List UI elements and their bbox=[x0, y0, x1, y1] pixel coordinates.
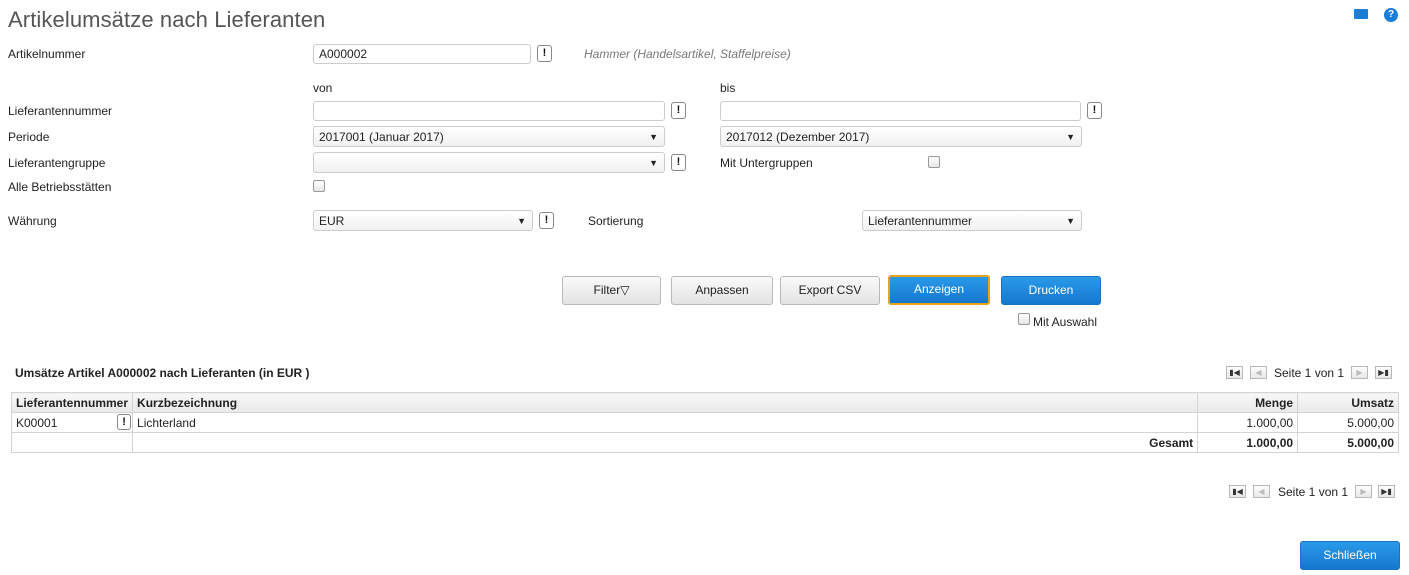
first-page-icon[interactable]: ▮◀ bbox=[1226, 366, 1243, 379]
filter-button[interactable]: Filter▽ bbox=[562, 276, 661, 305]
waehrung-select[interactable]: EUR ▼ bbox=[313, 210, 533, 231]
row-lookup-button[interactable]: ! bbox=[117, 414, 132, 430]
artikelnummer-input[interactable]: A000002 bbox=[313, 44, 531, 64]
row-kurzbezeichnung: Lichterland bbox=[132, 412, 1199, 433]
chevron-down-icon: ▼ bbox=[649, 158, 658, 168]
schliessen-button[interactable]: Schließen bbox=[1300, 541, 1400, 570]
bis-label: bis bbox=[720, 81, 736, 95]
column-header-lieferantennummer[interactable]: Lieferantennummer bbox=[10, 392, 134, 413]
total-empty-cell bbox=[10, 432, 134, 453]
mit-untergruppen-checkbox[interactable] bbox=[928, 156, 940, 168]
waehrung-lookup-button[interactable]: ! bbox=[539, 212, 554, 229]
column-header-umsatz[interactable]: Umsatz bbox=[1297, 392, 1399, 413]
sortierung-value: Lieferantennummer bbox=[868, 214, 973, 228]
sortierung-label: Sortierung bbox=[588, 214, 644, 228]
column-header-menge[interactable]: Menge bbox=[1197, 392, 1299, 413]
periode-bis-select[interactable]: 2017012 (Dezember 2017) ▼ bbox=[720, 126, 1082, 147]
drucken-button[interactable]: Drucken bbox=[1001, 276, 1101, 305]
pager-text-bottom: Seite 1 von 1 bbox=[1278, 485, 1349, 499]
page-title: Artikelumsätze nach Lieferanten bbox=[8, 7, 326, 32]
chevron-down-icon: ▼ bbox=[517, 216, 526, 226]
cell-lieferantennummer: K00001 ! bbox=[10, 412, 134, 433]
table-total-row: Gesamt 1.000,00 5.000,00 bbox=[10, 432, 1399, 453]
table-header-row: Lieferantennummer Kurzbezeichnung Menge … bbox=[10, 392, 1399, 413]
total-label: Gesamt bbox=[132, 432, 1199, 453]
mit-untergruppen-label: Mit Untergruppen bbox=[720, 156, 813, 170]
lieferantennummer-von-lookup-button[interactable]: ! bbox=[671, 102, 686, 119]
prev-page-icon[interactable]: ◀ bbox=[1253, 485, 1270, 498]
help-icon[interactable]: ? bbox=[1384, 8, 1398, 22]
chevron-down-icon: ▼ bbox=[649, 132, 658, 142]
lieferantennummer-bis-lookup-button[interactable]: ! bbox=[1087, 102, 1102, 119]
anpassen-button[interactable]: Anpassen bbox=[671, 276, 773, 305]
mail-icon[interactable] bbox=[1354, 9, 1368, 19]
last-page-icon[interactable]: ▶▮ bbox=[1375, 366, 1392, 379]
table-row: K00001 ! Lichterland 1.000,00 5.000,00 bbox=[10, 412, 1399, 433]
next-page-icon[interactable]: ▶ bbox=[1351, 366, 1368, 379]
pager-text-top: Seite 1 von 1 bbox=[1274, 366, 1345, 380]
column-header-kurzbezeichnung[interactable]: Kurzbezeichnung bbox=[132, 392, 1199, 413]
lieferantennummer-bis-input[interactable] bbox=[720, 101, 1081, 121]
von-label: von bbox=[313, 81, 333, 95]
row-lieferantennummer[interactable]: K00001 bbox=[16, 416, 57, 430]
first-page-icon[interactable]: ▮◀ bbox=[1229, 485, 1246, 498]
chevron-down-icon: ▼ bbox=[1066, 132, 1075, 142]
periode-von-value: 2017001 (Januar 2017) bbox=[319, 130, 444, 144]
waehrung-value: EUR bbox=[319, 214, 345, 228]
total-umsatz: 5.000,00 bbox=[1297, 432, 1399, 453]
lieferantennummer-von-input[interactable] bbox=[313, 101, 665, 121]
chevron-down-icon: ▼ bbox=[1066, 216, 1075, 226]
export-csv-button[interactable]: Export CSV bbox=[780, 276, 880, 305]
row-umsatz: 5.000,00 bbox=[1297, 412, 1399, 433]
alle-betriebsstaetten-checkbox[interactable] bbox=[313, 180, 325, 192]
result-table: Lieferantennummer Kurzbezeichnung Menge … bbox=[10, 392, 1399, 453]
anzeigen-button[interactable]: Anzeigen bbox=[888, 275, 990, 305]
lieferantengruppe-select[interactable]: ▼ bbox=[313, 152, 665, 173]
total-menge: 1.000,00 bbox=[1197, 432, 1299, 453]
lieferantennummer-label: Lieferantennummer bbox=[8, 104, 113, 118]
alle-betriebsstaetten-label: Alle Betriebsstätten bbox=[8, 180, 112, 194]
prev-page-icon[interactable]: ◀ bbox=[1250, 366, 1267, 379]
periode-bis-value: 2017012 (Dezember 2017) bbox=[726, 130, 870, 144]
sortierung-select[interactable]: Lieferantennummer ▼ bbox=[862, 210, 1082, 231]
periode-von-select[interactable]: 2017001 (Januar 2017) ▼ bbox=[313, 126, 665, 147]
periode-label: Periode bbox=[8, 130, 50, 144]
lieferantengruppe-lookup-button[interactable]: ! bbox=[671, 154, 686, 171]
mit-auswahl-checkbox[interactable] bbox=[1018, 313, 1030, 325]
lieferantengruppe-label: Lieferantengruppe bbox=[8, 156, 106, 170]
next-page-icon[interactable]: ▶ bbox=[1355, 485, 1372, 498]
last-page-icon[interactable]: ▶▮ bbox=[1378, 485, 1395, 498]
mit-auswahl-label: Mit Auswahl bbox=[1033, 315, 1098, 329]
artikelnummer-label: Artikelnummer bbox=[8, 47, 86, 61]
waehrung-label: Währung bbox=[8, 214, 57, 228]
result-title: Umsätze Artikel A000002 nach Lieferanten… bbox=[15, 366, 310, 380]
row-menge: 1.000,00 bbox=[1197, 412, 1299, 433]
artikel-description: Hammer (Handelsartikel, Staffelpreise) bbox=[584, 47, 791, 61]
artikelnummer-lookup-button[interactable]: ! bbox=[537, 45, 552, 62]
